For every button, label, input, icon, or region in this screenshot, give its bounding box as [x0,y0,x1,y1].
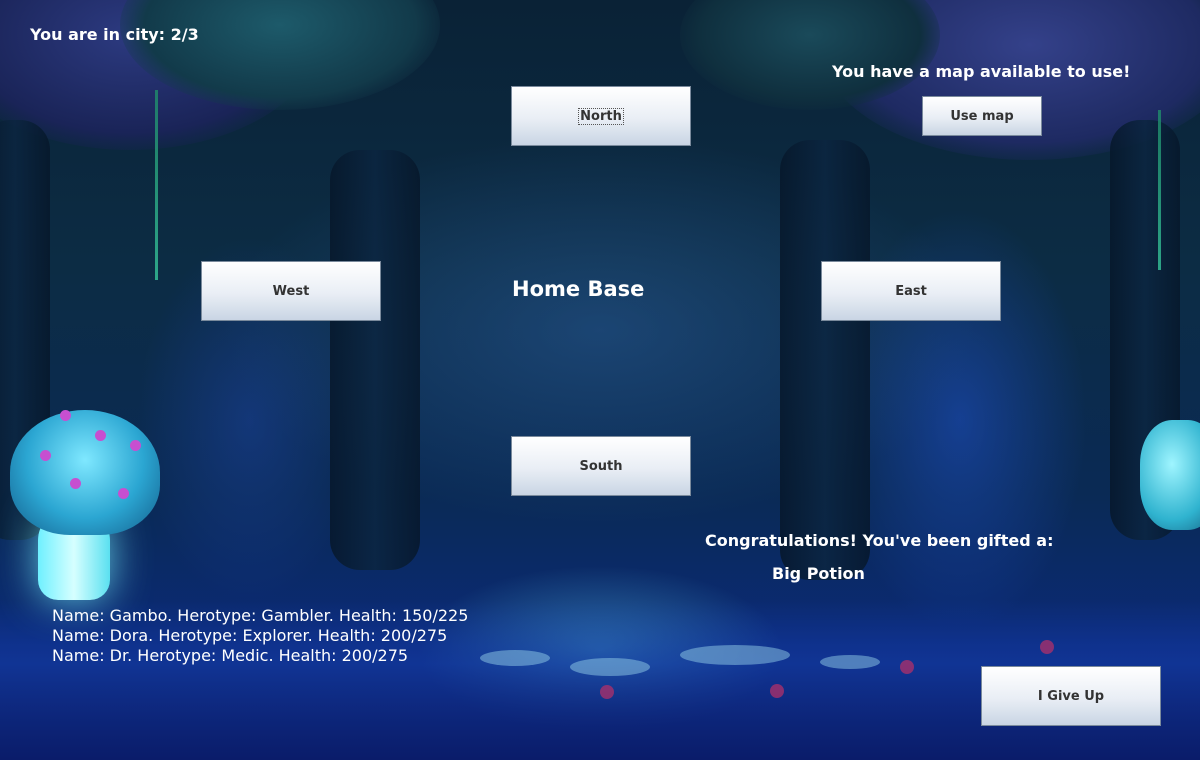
give-up-button[interactable]: I Give Up [981,666,1161,726]
hanging-vine [1158,110,1161,270]
hanging-vine [155,90,158,280]
mushroom-cap [10,410,160,535]
glowing-stone [820,655,880,669]
party-member: Name: Dora. Herotype: Explorer. Health: … [52,626,448,645]
glowing-stone [480,650,550,666]
flower [770,684,784,698]
tree-trunk [330,150,420,570]
mushroom-spot [60,410,71,421]
glowing-stone [680,645,790,665]
map-notice: You have a map available to use! [832,62,1131,81]
city-status: You are in city: 2/3 [30,25,199,44]
south-button[interactable]: South [511,436,691,496]
mushroom-spot [118,488,129,499]
mushroom-spot [95,430,106,441]
mushroom-spot [130,440,141,451]
glowing-stone [570,658,650,676]
east-button[interactable]: East [821,261,1001,321]
gift-message: Congratulations! You've been gifted a: [705,531,1054,550]
mushroom-spot [70,478,81,489]
party-member: Name: Gambo. Herotype: Gambler. Health: … [52,606,469,625]
north-button-label: North [578,107,624,125]
north-button[interactable]: North [511,86,691,146]
west-button[interactable]: West [201,261,381,321]
party-member: Name: Dr. Herotype: Medic. Health: 200/2… [52,646,409,665]
mushroom-right [1140,420,1200,530]
flower [1040,640,1054,654]
party-list: Name: Gambo. Herotype: Gambler. Health: … [52,606,468,666]
mushroom-spot [40,450,51,461]
gift-item: Big Potion [772,564,865,583]
tree-trunk [780,140,870,580]
flower [900,660,914,674]
location-title: Home Base [512,277,645,301]
use-map-button[interactable]: Use map [922,96,1042,136]
flower [600,685,614,699]
